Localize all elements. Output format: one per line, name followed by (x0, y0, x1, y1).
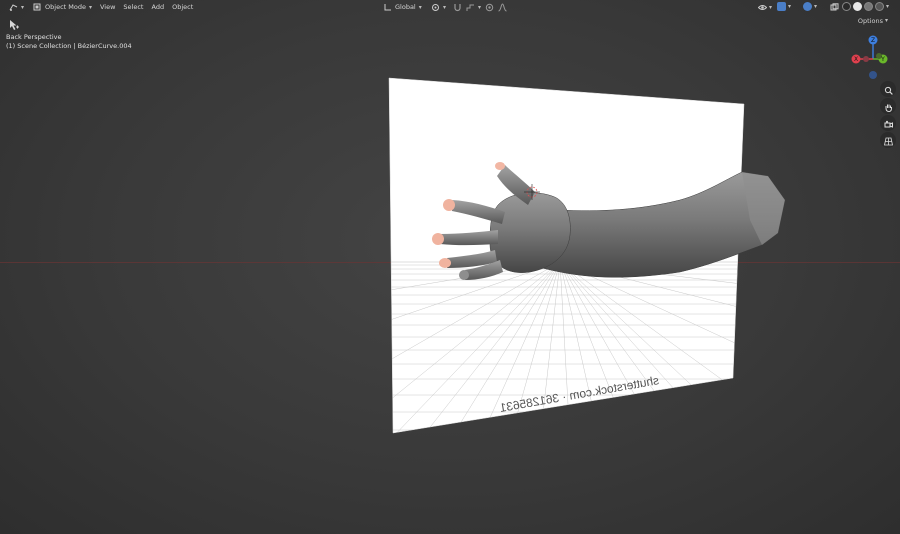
chevron-down-icon: ▾ (814, 3, 818, 10)
overlays-toggle[interactable]: ▾ (803, 2, 817, 11)
navigation-gizmo[interactable]: Z X Y (846, 34, 900, 80)
menu-select-label: Select (123, 3, 144, 11)
menu-view-label: View (99, 3, 116, 11)
gizmo-icon (777, 2, 786, 11)
menu-object[interactable]: Object (172, 3, 193, 11)
editor-type-selector[interactable]: ▾ (8, 2, 24, 12)
falloff-curve-icon (497, 2, 507, 12)
eye-icon (757, 2, 767, 12)
orientation-label: Global (395, 3, 416, 11)
xray-icon (829, 2, 839, 12)
grid-perspective-icon (883, 131, 893, 150)
snap-toggle[interactable]: ▾ (452, 2, 481, 12)
orientation-axes-icon (382, 2, 392, 12)
perspective-toggle-button[interactable] (880, 132, 896, 148)
viewport-header: ▾ Object Mode ▾ View Select Add Object G… (0, 0, 900, 14)
pivot-icon (430, 2, 440, 12)
chevron-down-icon: ▾ (478, 3, 482, 11)
wireframe-shading-button[interactable] (842, 2, 851, 11)
visibility-selector[interactable]: ▾ (757, 2, 772, 12)
chevron-down-icon: ▾ (88, 3, 92, 11)
collection-path: (1) Scene Collection | BézierCurve.004 (6, 42, 132, 50)
gizmo-x-label: X (854, 56, 858, 63)
camera-view-button[interactable] (880, 115, 896, 131)
mode-label: Object Mode (45, 3, 86, 11)
snap-increment-icon (465, 2, 475, 12)
pivot-point-selector[interactable]: ▾ (430, 2, 446, 12)
material-preview-shading-button[interactable] (864, 2, 873, 11)
menu-select[interactable]: Select (123, 3, 143, 11)
scene-render[interactable]: shutterstock.com · 361285631 (0, 0, 900, 534)
menu-object-label: Object (172, 3, 194, 11)
gizmo-neg-x-axis[interactable] (863, 56, 869, 62)
xray-toggle[interactable] (829, 2, 839, 12)
select-tool-icon[interactable] (8, 16, 20, 30)
chevron-down-icon: ▾ (788, 3, 792, 10)
chevron-down-icon[interactable]: ▾ (886, 3, 889, 10)
menu-view[interactable]: View (100, 3, 115, 11)
object-mode-icon (32, 2, 42, 12)
menu-add[interactable]: Add (151, 3, 164, 11)
solid-shading-button[interactable] (853, 2, 862, 11)
gizmo-neg-z-axis[interactable] (869, 71, 877, 79)
overlays-icon (803, 2, 812, 11)
proportional-editing-icon (484, 2, 494, 12)
viewport-editor-icon (8, 2, 18, 12)
viewport-info-overlay: Back Perspective (1) Scene Collection | … (6, 33, 132, 51)
rendered-shading-button[interactable] (875, 2, 884, 11)
pan-button[interactable] (880, 98, 896, 114)
mode-selector[interactable]: Object Mode ▾ (32, 2, 92, 12)
proportional-editing-toggle[interactable] (484, 2, 507, 12)
magnet-icon (452, 2, 462, 12)
gizmo-y-label: Y (880, 56, 885, 63)
options-dropdown[interactable]: Options ▾ (858, 17, 888, 25)
3d-viewport[interactable]: shutterstock.com · 361285631 ▾ Object Mo… (0, 0, 900, 534)
chevron-down-icon: ▾ (769, 3, 773, 11)
gizmo-z-label: Z (871, 37, 875, 44)
options-label: Options (857, 17, 883, 25)
transform-orientation-selector[interactable]: Global ▾ (382, 2, 422, 12)
zoom-button[interactable] (880, 81, 896, 97)
gizmo-toggle[interactable]: ▾ (777, 2, 791, 11)
view-name: Back Perspective (6, 33, 62, 41)
shading-mode-buttons: ▾ (842, 2, 889, 11)
chevron-down-icon: ▾ (21, 3, 25, 11)
chevron-down-icon: ▾ (884, 17, 888, 24)
chevron-down-icon: ▾ (418, 3, 422, 11)
chevron-down-icon: ▾ (443, 3, 447, 11)
menu-add-label: Add (151, 3, 165, 11)
